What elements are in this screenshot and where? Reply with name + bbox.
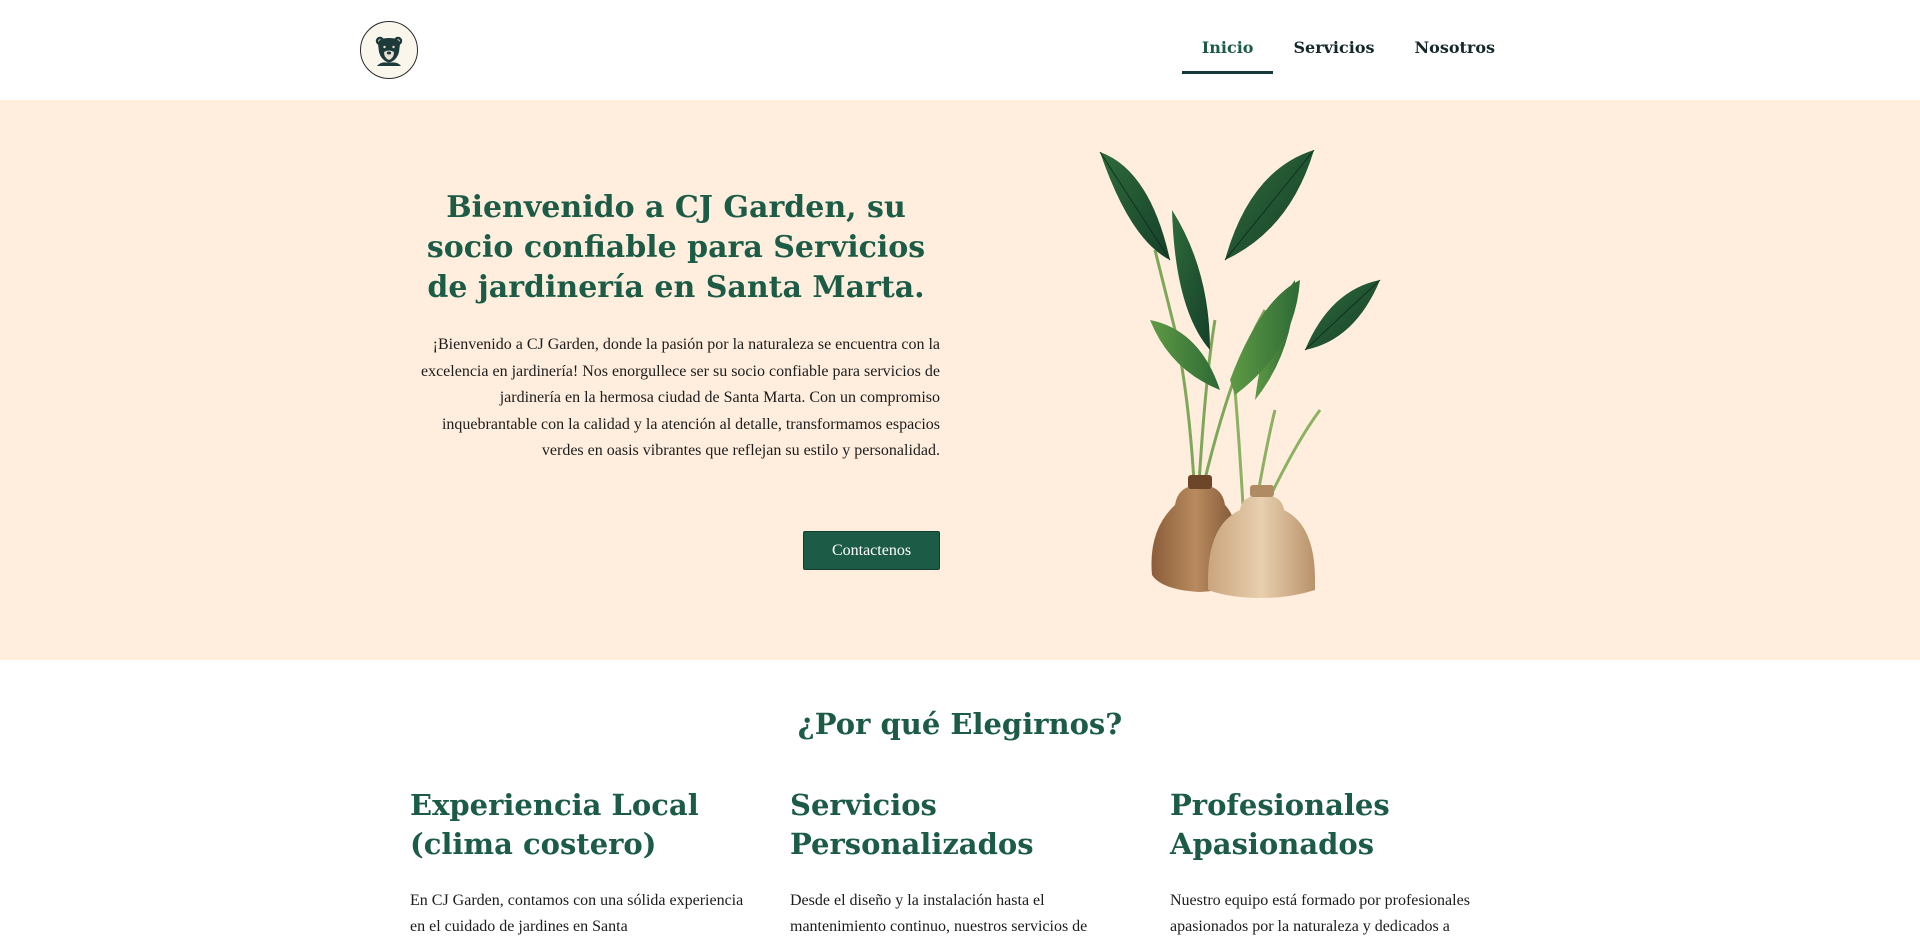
- feature-heading: Experiencia Local (clima costero): [410, 788, 699, 861]
- main-nav: Inicio Servicios Nosotros: [1181, 30, 1515, 74]
- feature-column-experience: Experiencia Local (clima costero) En CJ …: [410, 786, 750, 940]
- hero-description: ¡Bienvenido a CJ Garden, donde la pasión…: [420, 336, 940, 459]
- nav-link-inicio[interactable]: Inicio: [1181, 30, 1274, 74]
- feature-text: Nuestro equipo está formado por profesio…: [1170, 892, 1470, 935]
- feature-text: En CJ Garden, contamos con una sólida ex…: [410, 892, 744, 935]
- bear-logo-icon[interactable]: [360, 21, 418, 79]
- feature-column-services: Servicios Personalizados Desde el diseño…: [790, 786, 1130, 940]
- nav-link-nosotros[interactable]: Nosotros: [1395, 30, 1515, 74]
- hero-section: Bienvenido a CJ Garden, su socio confiab…: [0, 100, 1920, 660]
- hero-text-block: Bienvenido a CJ Garden, su socio confiab…: [412, 188, 940, 465]
- feature-heading: Servicios Personalizados: [790, 788, 1034, 861]
- feature-text: Desde el diseño y la instalación hasta e…: [790, 892, 1088, 935]
- site-header: Inicio Servicios Nosotros: [0, 0, 1920, 100]
- feature-heading: Profesionales Apasionados: [1170, 788, 1390, 861]
- feature-column-professionals: Profesionales Apasionados Nuestro equipo…: [1170, 786, 1510, 940]
- why-choose-us-title: ¿Por qué Elegirnos?: [797, 707, 1123, 741]
- contact-button[interactable]: Contactenos: [803, 531, 940, 570]
- potted-plants-image: [1099, 150, 1381, 598]
- hero-title: Bienvenido a CJ Garden, su socio confiab…: [426, 190, 926, 305]
- nav-link-servicios[interactable]: Servicios: [1273, 30, 1394, 74]
